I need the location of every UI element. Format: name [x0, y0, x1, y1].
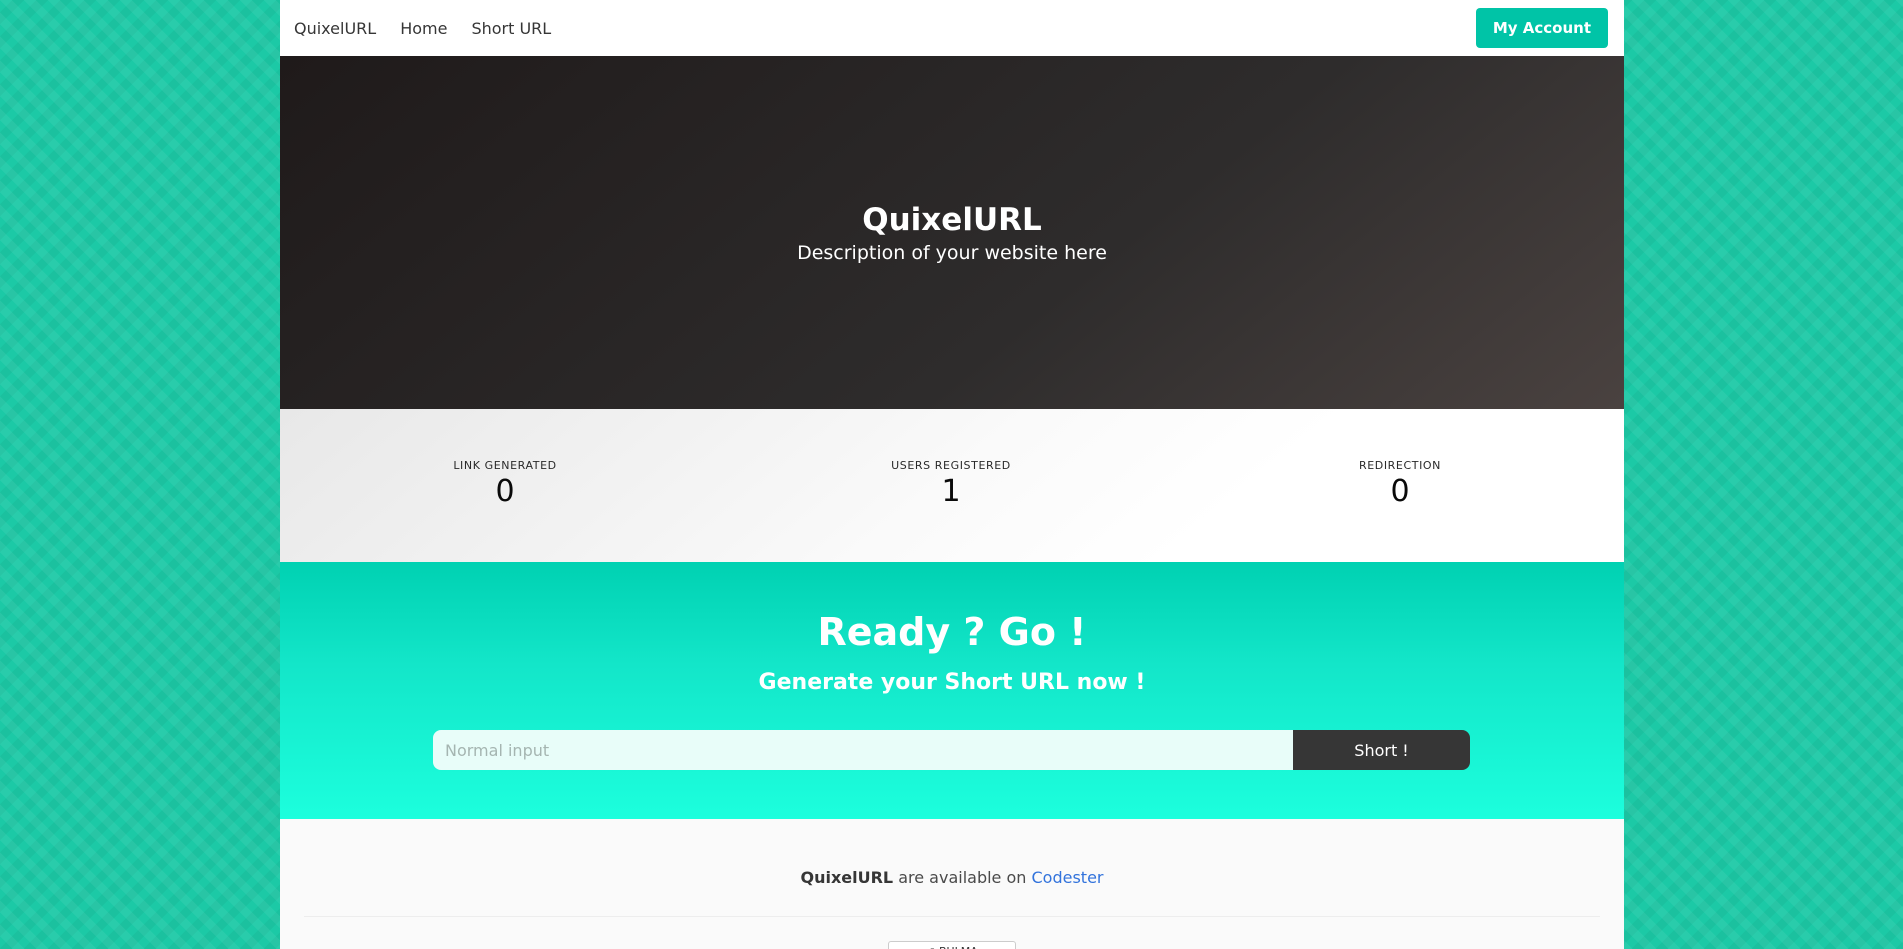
short-button[interactable]: Short ! — [1293, 730, 1470, 770]
footer-text-mid: are available on — [893, 868, 1032, 887]
stats-section: LINK GENERATED 0 USERS REGISTERED 1 REDI… — [280, 409, 1624, 562]
url-input[interactable] — [433, 730, 1293, 770]
my-account-button[interactable]: My Account — [1475, 8, 1608, 48]
stat-users-registered: USERS REGISTERED 1 — [886, 459, 1016, 509]
shorten-title: Ready ? Go ! — [817, 610, 1087, 654]
shorten-section: Ready ? Go ! Generate your Short URL now… — [280, 562, 1624, 819]
page-container: QuixelURL Home Short URL My Account Quix… — [280, 0, 1624, 949]
stat-value: 0 — [495, 474, 515, 509]
navbar: QuixelURL Home Short URL My Account — [280, 0, 1624, 56]
codester-link[interactable]: Codester — [1032, 868, 1104, 887]
hero-subtitle: Description of your website here — [797, 241, 1107, 264]
stat-label: LINK GENERATED — [453, 459, 557, 472]
shorten-subtitle: Generate your Short URL now ! — [758, 670, 1146, 695]
footer: QuixelURL are available on Codester ↗ BU… — [280, 819, 1624, 949]
stat-label: USERS REGISTERED — [891, 459, 1011, 472]
footer-text: QuixelURL are available on Codester — [280, 868, 1624, 887]
nav-link-home[interactable]: Home — [400, 19, 447, 38]
shorten-form: Short ! — [433, 730, 1470, 770]
hero-title: QuixelURL — [862, 201, 1042, 238]
stat-redirection: REDIRECTION 0 — [1350, 459, 1450, 509]
hero-section: QuixelURL Description of your website he… — [280, 56, 1624, 409]
stat-label: REDIRECTION — [1358, 459, 1442, 472]
stat-value: 1 — [941, 474, 961, 509]
footer-divider — [304, 916, 1600, 917]
stat-link-generated: LINK GENERATED 0 — [450, 459, 560, 509]
stat-value: 0 — [1390, 474, 1410, 509]
nav-brand-link[interactable]: QuixelURL — [294, 19, 376, 38]
bulma-badge[interactable]: ↗ BULMA — [888, 941, 1016, 949]
footer-brand: QuixelURL — [800, 868, 894, 887]
nav-link-short-url[interactable]: Short URL — [471, 19, 551, 38]
